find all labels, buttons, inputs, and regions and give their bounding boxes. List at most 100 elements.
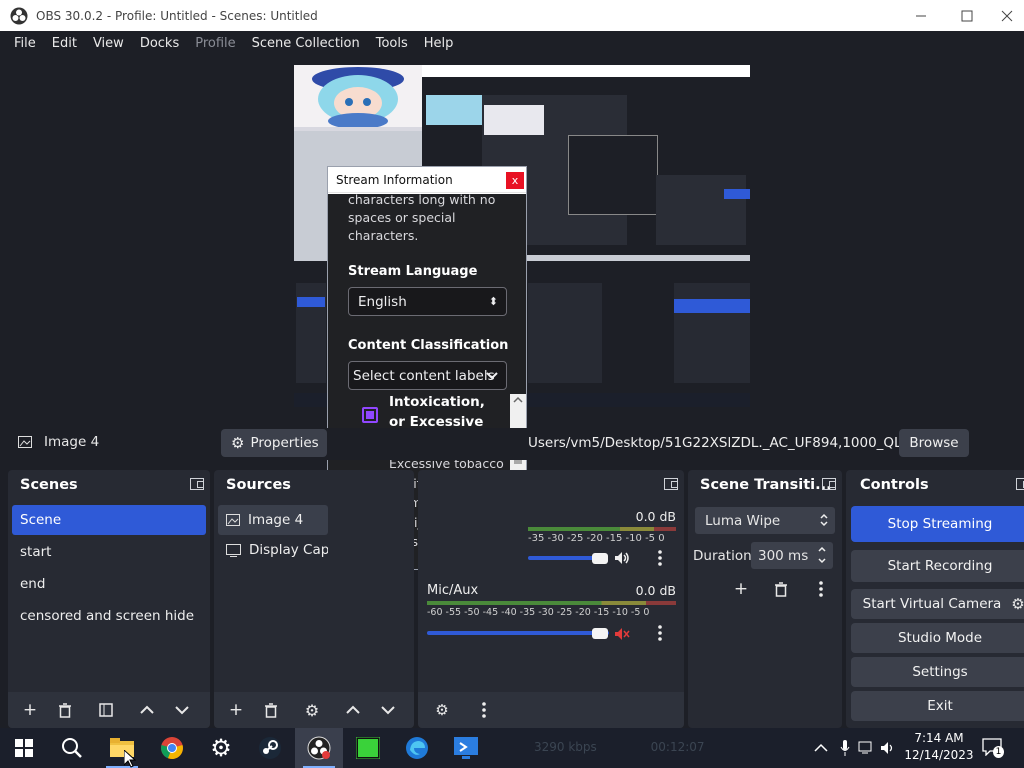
scene-item-end[interactable]: end bbox=[12, 569, 206, 599]
add-source-button[interactable]: + bbox=[224, 699, 248, 721]
scene-item-censored[interactable]: censored and screen hide bbox=[12, 601, 206, 631]
menu-docks[interactable]: Docks bbox=[132, 36, 187, 51]
move-scene-up-button[interactable] bbox=[135, 699, 159, 721]
undock-icon[interactable] bbox=[664, 478, 678, 490]
kebab-menu-icon bbox=[658, 625, 662, 641]
transition-menu-button[interactable] bbox=[809, 578, 833, 600]
scene-item-start[interactable]: start bbox=[12, 537, 206, 567]
studio-mode-button[interactable]: Studio Mode bbox=[851, 623, 1024, 653]
advanced-audio-button[interactable]: ⚙ bbox=[430, 699, 454, 721]
menu-scene-collection[interactable]: Scene Collection bbox=[244, 36, 368, 51]
menu-tools[interactable]: Tools bbox=[368, 36, 416, 51]
obs-taskbar-button[interactable] bbox=[295, 728, 343, 768]
steam-button[interactable] bbox=[246, 728, 294, 768]
taskbar: ⚙ 3290 kbps 00:12:07 7:14 AM 12/14/2023 … bbox=[0, 728, 1024, 768]
scenes-footer: + bbox=[8, 692, 210, 728]
scene-filters-button[interactable] bbox=[94, 699, 118, 721]
source-item-image-4[interactable]: Image 4 bbox=[218, 505, 328, 535]
option-checkbox[interactable] bbox=[362, 407, 378, 423]
gear-icon: ⚙ bbox=[210, 734, 232, 762]
file-explorer-button[interactable] bbox=[98, 728, 146, 768]
menu-file[interactable]: File bbox=[6, 36, 44, 51]
scene-item-scene[interactable]: Scene bbox=[12, 505, 206, 535]
add-transition-button[interactable]: + bbox=[729, 578, 753, 600]
remove-transition-button[interactable] bbox=[769, 578, 793, 600]
chevron-down-icon bbox=[175, 706, 189, 715]
menu-view[interactable]: View bbox=[85, 36, 132, 51]
virtual-camera-settings-button[interactable]: ⚙ bbox=[1006, 589, 1024, 619]
bitrate-text: 3290 kbps bbox=[534, 740, 597, 754]
chrome-button[interactable] bbox=[148, 728, 196, 768]
transition-select[interactable]: Luma Wipe bbox=[695, 507, 835, 534]
system-tray bbox=[814, 728, 896, 768]
remote-desktop-icon bbox=[454, 737, 478, 759]
maximize-button[interactable] bbox=[944, 0, 990, 31]
speaker-icon[interactable] bbox=[614, 551, 630, 565]
minimize-button[interactable] bbox=[898, 0, 944, 31]
clock-time: 7:14 AM bbox=[914, 731, 964, 745]
menu-help[interactable]: Help bbox=[416, 36, 462, 51]
network-icon[interactable] bbox=[858, 741, 874, 755]
undock-icon[interactable] bbox=[190, 478, 204, 490]
mouse-cursor-icon bbox=[124, 750, 136, 768]
channel-1-volume-knob[interactable] bbox=[592, 553, 608, 564]
exit-button[interactable]: Exit bbox=[851, 691, 1024, 721]
chevron-up-icon[interactable] bbox=[814, 743, 828, 753]
obs-app-icon bbox=[10, 7, 28, 24]
remote-app-button[interactable] bbox=[442, 728, 490, 768]
kebab-menu-icon bbox=[658, 550, 662, 566]
add-scene-button[interactable]: + bbox=[18, 699, 42, 721]
properties-button[interactable]: ⚙ Properties bbox=[221, 429, 327, 457]
dialog-close-button[interactable]: x bbox=[506, 172, 524, 189]
source-label: Display Captu bbox=[249, 542, 328, 558]
notifications-button[interactable]: 1 bbox=[982, 738, 1004, 758]
edge-button[interactable] bbox=[393, 728, 441, 768]
notification-count: 1 bbox=[993, 746, 1004, 758]
gear-icon: ⚙ bbox=[1011, 595, 1024, 613]
current-source-name: Image 4 bbox=[44, 434, 100, 450]
source-item-display-capture[interactable]: Display Captu bbox=[218, 535, 328, 565]
start-virtual-camera-button[interactable]: Start Virtual Camera bbox=[851, 589, 1013, 619]
move-source-down-button[interactable] bbox=[376, 699, 400, 721]
spin-arrows-icon[interactable] bbox=[817, 546, 827, 564]
channel-2-volume-knob[interactable] bbox=[592, 628, 608, 639]
gear-icon: ⚙ bbox=[304, 700, 320, 720]
channel-1-db: 0.0 dB bbox=[635, 509, 676, 524]
chrome-icon bbox=[161, 737, 183, 760]
search-button[interactable] bbox=[48, 728, 96, 768]
volume-icon[interactable] bbox=[880, 741, 896, 755]
menu-profile[interactable]: Profile bbox=[187, 36, 243, 51]
undock-icon[interactable] bbox=[1016, 478, 1024, 490]
source-properties-button[interactable]: ⚙ bbox=[300, 699, 324, 721]
stop-streaming-button[interactable]: Stop Streaming bbox=[851, 506, 1024, 542]
move-source-up-button[interactable] bbox=[341, 699, 365, 721]
clock[interactable]: 7:14 AM 12/14/2023 bbox=[904, 730, 974, 764]
edge-icon bbox=[406, 737, 428, 759]
chevron-up-icon bbox=[140, 705, 154, 714]
move-scene-down-button[interactable] bbox=[170, 699, 194, 721]
mixer-menu-button[interactable] bbox=[472, 699, 496, 721]
scenes-dock-title: Scenes bbox=[20, 477, 78, 493]
settings-app-button[interactable]: ⚙ bbox=[197, 728, 245, 768]
content-labels-select[interactable]: Select content labels bbox=[348, 361, 507, 390]
close-window-button[interactable] bbox=[990, 0, 1024, 31]
steam-icon bbox=[259, 737, 281, 759]
channel-2-volume-slider[interactable] bbox=[427, 631, 609, 635]
remove-source-button[interactable] bbox=[259, 699, 283, 721]
speaker-muted-icon[interactable] bbox=[614, 627, 630, 641]
settings-button[interactable]: Settings bbox=[851, 657, 1024, 687]
audio-meter-app-button[interactable] bbox=[344, 728, 392, 768]
browse-button[interactable]: Browse bbox=[899, 429, 969, 457]
microphone-icon[interactable] bbox=[840, 740, 850, 756]
channel-2-menu-button[interactable] bbox=[656, 625, 664, 641]
duration-spinbox[interactable]: 300 ms bbox=[751, 542, 833, 569]
menu-edit[interactable]: Edit bbox=[44, 36, 85, 51]
stream-language-select[interactable]: English ⬍ bbox=[348, 287, 507, 316]
start-button[interactable] bbox=[0, 728, 48, 768]
start-recording-button[interactable]: Start Recording bbox=[851, 550, 1024, 582]
channel-1-menu-button[interactable] bbox=[656, 550, 664, 566]
remove-scene-button[interactable] bbox=[53, 699, 77, 721]
undock-icon[interactable] bbox=[822, 478, 836, 490]
image-icon bbox=[18, 436, 32, 448]
channel-2-meter bbox=[427, 601, 676, 605]
